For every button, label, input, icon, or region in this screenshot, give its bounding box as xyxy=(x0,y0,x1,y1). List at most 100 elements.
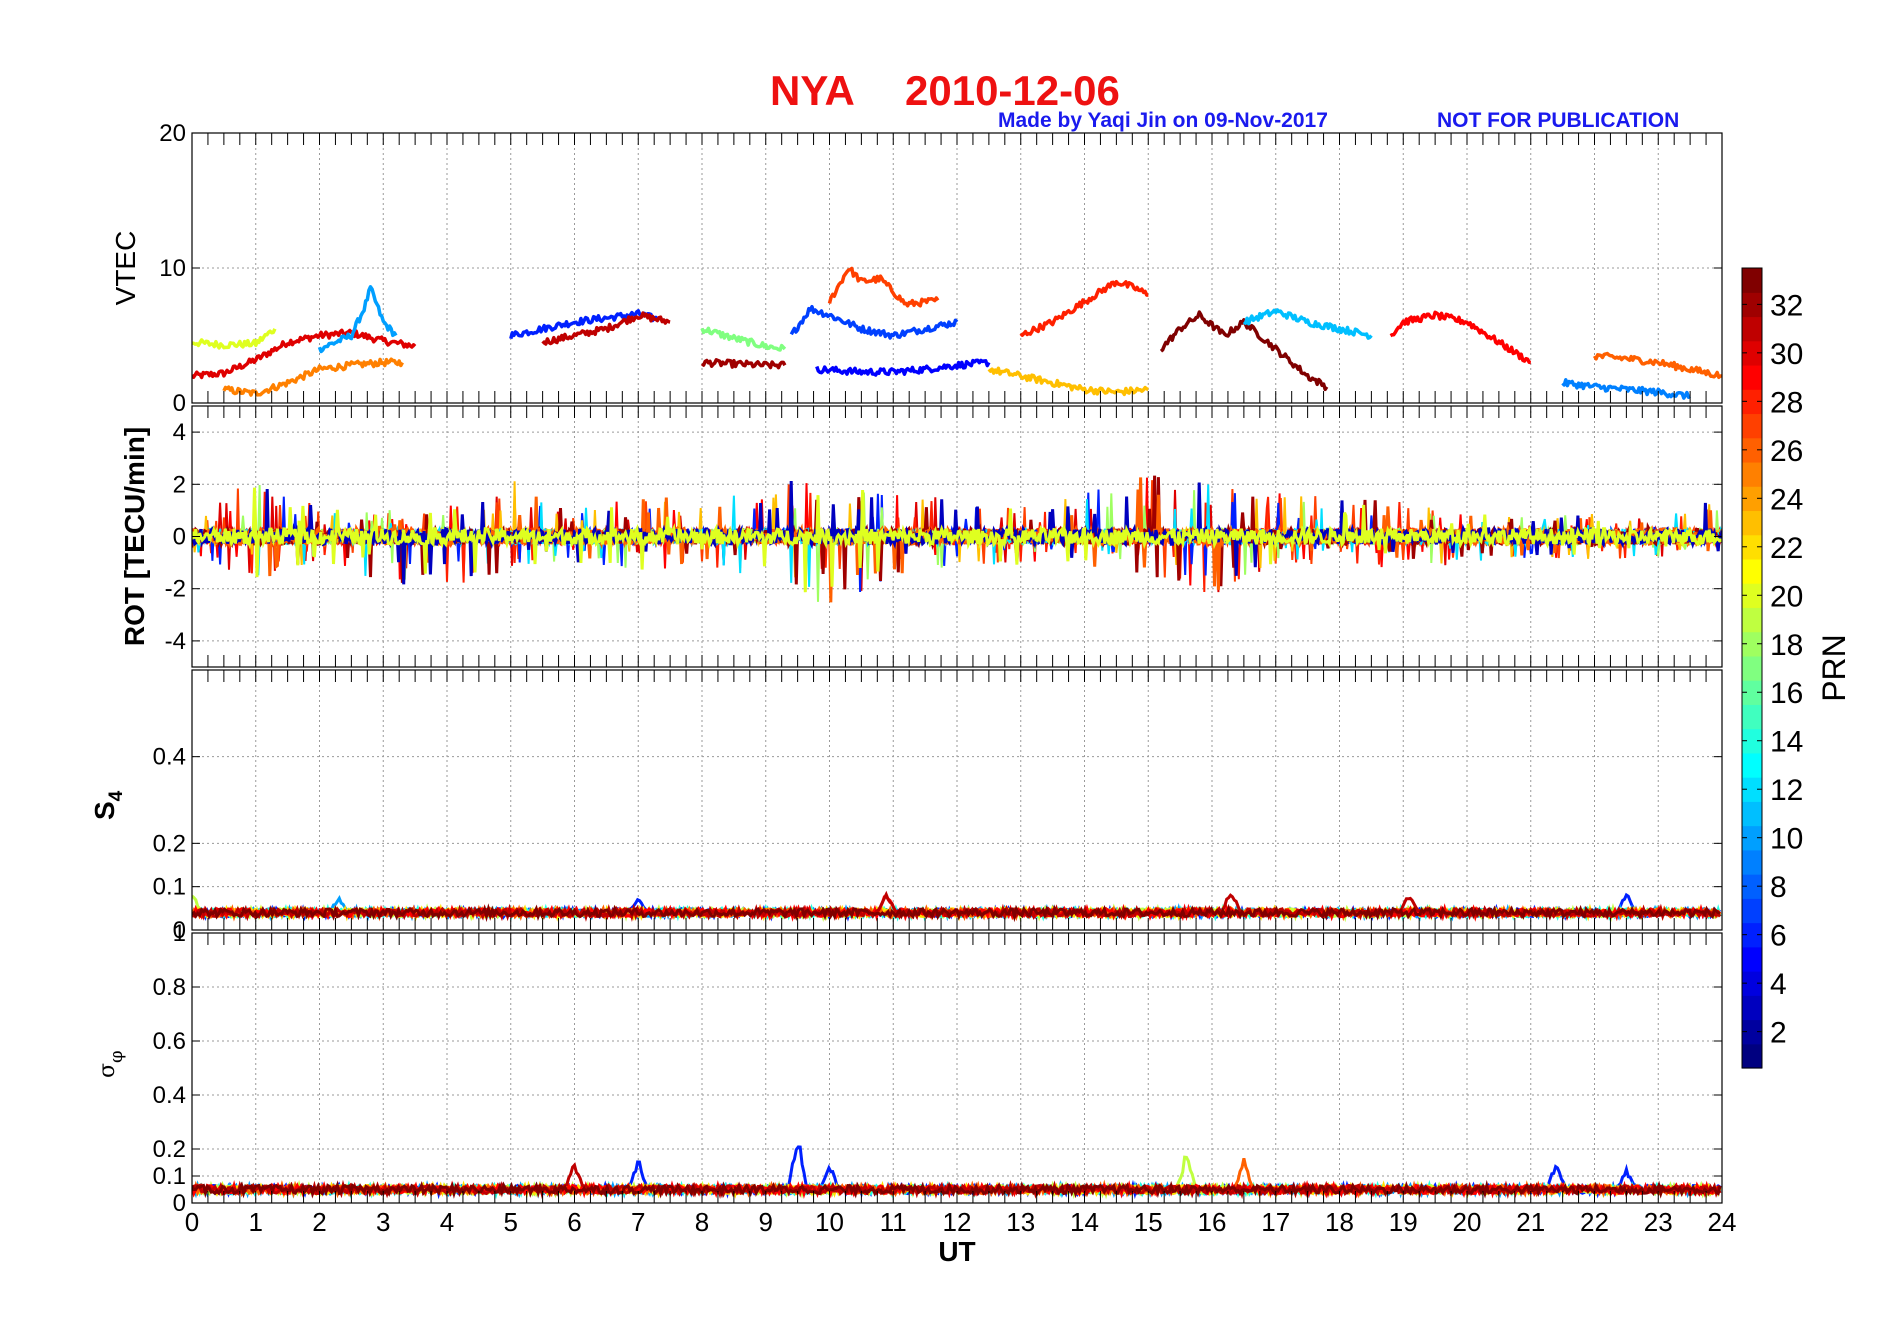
y-tick-label: 0.6 xyxy=(153,1028,186,1055)
colorbar-tick-label: 20 xyxy=(1770,580,1803,613)
x-tick-label: 21 xyxy=(1516,1207,1545,1237)
colorbar-swatch xyxy=(1742,607,1762,633)
figure: NYA 2010-12-06 Made by Yaqi Jin on 09-No… xyxy=(89,67,1852,1267)
y-tick-label: 0.1 xyxy=(153,1163,186,1190)
colorbar-swatch xyxy=(1742,510,1762,536)
y-tick-label: 0.8 xyxy=(153,974,186,1001)
credit-text: Made by Yaqi Jin on 09-Nov-2017 xyxy=(998,109,1328,132)
colorbar-tick-label: 10 xyxy=(1770,823,1803,856)
colorbar-tick-label: 32 xyxy=(1770,289,1803,322)
colorbar-tick-label: 8 xyxy=(1770,871,1787,904)
colorbar-tick-label: 18 xyxy=(1770,629,1803,662)
y-tick-label: 2 xyxy=(173,471,186,498)
x-tick-label: 6 xyxy=(567,1207,581,1237)
y-tick-label: 0.1 xyxy=(153,874,186,901)
colorbar-swatch xyxy=(1742,801,1762,827)
colorbar: 2468101214161820222426283032PRN xyxy=(1741,267,1852,1069)
y-tick-label: 4 xyxy=(173,419,186,446)
vtec-series-prn-11 xyxy=(1242,308,1373,340)
data-layer xyxy=(192,475,1722,603)
colorbar-tick-label: 2 xyxy=(1770,1017,1787,1050)
x-tick-label: 14 xyxy=(1070,1207,1099,1237)
data-layer xyxy=(192,890,1722,923)
y-tick-label: 0.4 xyxy=(153,1082,186,1109)
x-tick-label: 23 xyxy=(1644,1207,1673,1237)
x-tick-label: 22 xyxy=(1580,1207,1609,1237)
colorbar-tick-label: 4 xyxy=(1770,968,1787,1001)
colorbar-tick-label: 28 xyxy=(1770,386,1803,419)
vtec-series-prn-5 xyxy=(815,358,991,377)
colorbar-tick-label: 14 xyxy=(1770,726,1803,759)
vtec-series-prn-30 xyxy=(192,328,417,380)
colorbar-swatch xyxy=(1742,849,1762,875)
y-tick-label: 10 xyxy=(159,255,186,282)
vtec-series-prn-23 xyxy=(987,366,1149,397)
x-tick-label: 12 xyxy=(943,1207,972,1237)
figure-title-station: NYA xyxy=(770,67,855,114)
x-tick-label: 19 xyxy=(1389,1207,1418,1237)
y-axis-label: VTEC xyxy=(110,231,141,306)
x-tick-label: 2 xyxy=(312,1207,326,1237)
vtec-series-prn-32 xyxy=(700,358,787,370)
colorbar-tick-label: 16 xyxy=(1770,677,1803,710)
x-tick-label: 11 xyxy=(880,1207,907,1237)
x-tick-label: 16 xyxy=(1198,1207,1227,1237)
colorbar-swatch xyxy=(1742,752,1762,778)
y-axis-label: ROT [TECU/min] xyxy=(119,427,150,646)
colorbar-swatch xyxy=(1742,316,1762,342)
x-tick-label: 5 xyxy=(504,1207,518,1237)
y-axis-label: S4 xyxy=(89,790,127,820)
data-layer xyxy=(192,1145,1722,1200)
x-tick-label: 1 xyxy=(249,1207,263,1237)
figure-title-date: 2010-12-06 xyxy=(905,67,1120,114)
x-tick-label: 4 xyxy=(440,1207,454,1237)
x-tick-label: 13 xyxy=(1006,1207,1035,1237)
notice-text: NOT FOR PUBLICATION xyxy=(1437,109,1679,132)
y-tick-label: 0.4 xyxy=(153,744,186,771)
vtec-series-prn-17 xyxy=(700,326,787,352)
colorbar-tick-label: 6 xyxy=(1770,920,1787,953)
vtec-series-prn-7 xyxy=(789,304,959,340)
colorbar-swatch xyxy=(1742,704,1762,730)
x-tick-label: 9 xyxy=(759,1207,773,1237)
colorbar-swatch xyxy=(1742,558,1762,584)
y-tick-label: -4 xyxy=(165,628,186,655)
colorbar-swatch xyxy=(1742,413,1762,439)
colorbar-tick-label: 22 xyxy=(1770,532,1803,565)
x-tick-label: 24 xyxy=(1708,1207,1737,1237)
x-tick-label: 0 xyxy=(185,1207,199,1237)
colorbar-swatch xyxy=(1742,1043,1762,1069)
x-tick-label: 10 xyxy=(815,1207,844,1237)
panel-ROT: -4 -2 0 2 4 ROT [TECU/min] xyxy=(119,405,1723,668)
x-tick-label: 7 xyxy=(631,1207,645,1237)
vtec-series-prn-27 xyxy=(827,266,940,308)
colorbar-swatch xyxy=(1742,461,1762,487)
y-tick-label: 0.2 xyxy=(153,1136,186,1163)
colorbar-swatch xyxy=(1742,364,1762,390)
vtec-series-prn-20 xyxy=(192,328,277,350)
x-axis-label: UT xyxy=(938,1236,975,1267)
panels: 01020VTEC-4-2024ROT [TECU/min]00.10.20.4… xyxy=(89,120,1736,1267)
x-tick-label: 15 xyxy=(1134,1207,1163,1237)
panel-VTEC: 0 10 20 VTEC xyxy=(110,120,1723,417)
x-tick-label: 8 xyxy=(695,1207,709,1237)
vtec-series-prn-29 xyxy=(1389,310,1532,365)
y-tick-label: 1 xyxy=(173,920,186,947)
y-tick-label: 20 xyxy=(159,120,186,147)
x-tick-label: 17 xyxy=(1261,1207,1290,1237)
y-tick-label: 0 xyxy=(173,390,186,417)
x-tick-label: 18 xyxy=(1325,1207,1354,1237)
vtec-series-prn-25 xyxy=(222,357,404,397)
y-tick-label: 0.2 xyxy=(153,830,186,857)
x-tick-label: 20 xyxy=(1453,1207,1482,1237)
colorbar-swatch xyxy=(1742,898,1762,924)
colorbar-tick-label: 12 xyxy=(1770,774,1803,807)
y-tick-label: 0 xyxy=(173,524,186,551)
colorbar-swatch xyxy=(1742,946,1762,972)
colorbar-swatch xyxy=(1742,655,1762,681)
colorbar-tick-label: 24 xyxy=(1770,483,1803,516)
y-axis-label: σφ xyxy=(95,1050,127,1078)
colorbar-label: PRN xyxy=(1816,634,1852,702)
x-tick-label: 3 xyxy=(376,1207,390,1237)
panel-S4: 00.10.20.4S4 xyxy=(89,669,1723,944)
